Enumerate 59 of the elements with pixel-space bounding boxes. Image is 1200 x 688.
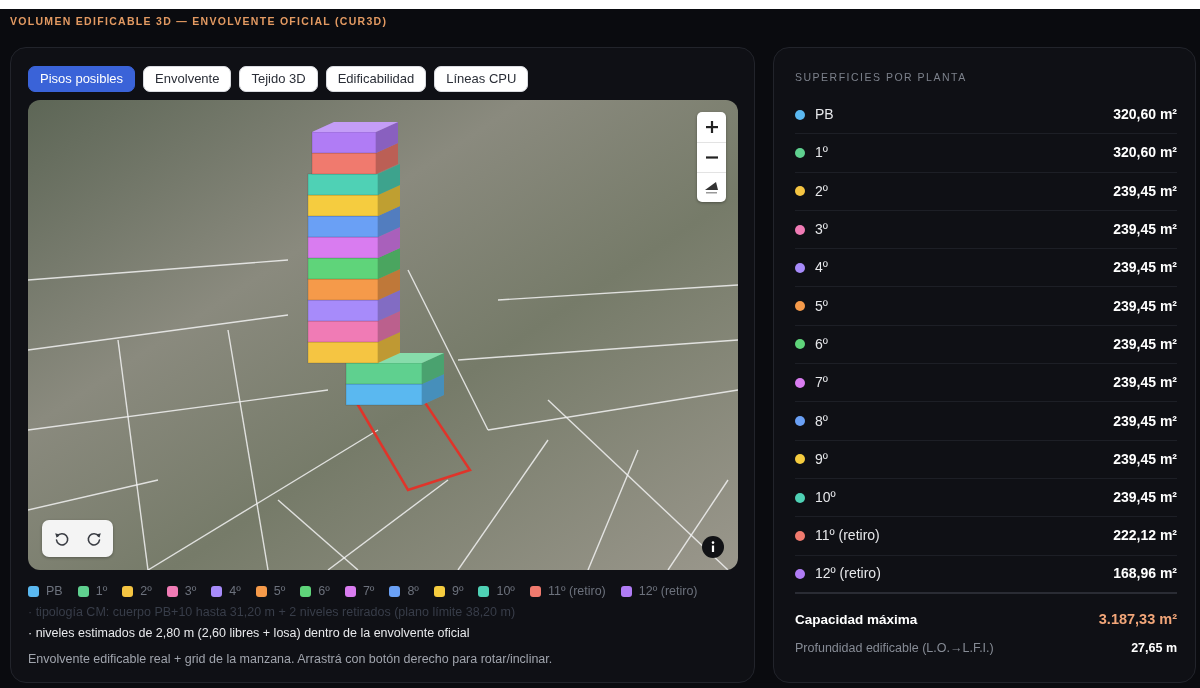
floor-area-value: 239,45 m² bbox=[1113, 449, 1177, 469]
floor-label: 11º (retiro) bbox=[815, 526, 880, 546]
floor-label: 3º bbox=[815, 220, 828, 240]
legend-label: 4º bbox=[229, 584, 241, 598]
info-icon bbox=[702, 536, 724, 558]
legend-label: 3º bbox=[184, 584, 197, 598]
depth-label: Profundidad edificable (L.O.→L.F.I.) bbox=[795, 640, 994, 658]
compass-icon bbox=[705, 181, 718, 194]
view-tab[interactable]: Pisos posibles bbox=[28, 66, 136, 92]
floor-label: 10º bbox=[815, 488, 836, 508]
legend-label: 9º bbox=[451, 584, 464, 598]
legend-label: 5º bbox=[273, 584, 286, 598]
legend-label: 1º bbox=[95, 584, 108, 598]
floor-area-value: 239,45 m² bbox=[1113, 373, 1177, 393]
view-tab[interactable]: Edificabilidad bbox=[325, 66, 427, 92]
legend-label: 6º bbox=[318, 584, 330, 598]
floor-area-value: 239,45 m² bbox=[1113, 296, 1177, 316]
legend-label: 7º bbox=[362, 584, 375, 598]
floor-label: 4º bbox=[815, 258, 828, 278]
total-value: 3.187,33 m² bbox=[1098, 610, 1177, 629]
legend-label: 12º (retiro) bbox=[638, 584, 698, 598]
floor-area-value: 239,45 m² bbox=[1113, 181, 1177, 201]
floor-area-value: 239,45 m² bbox=[1113, 220, 1177, 240]
floor-area-value: 239,45 m² bbox=[1113, 258, 1177, 278]
floor-area-value: 239,45 m² bbox=[1113, 411, 1177, 431]
depth-value: 27,65 m bbox=[1131, 640, 1177, 658]
info-button[interactable] bbox=[702, 536, 724, 558]
legend-label: PB bbox=[46, 584, 63, 598]
note-text: · niveles estimados de 2,80 m (2,60 libres + losa) dentro de la envolvente oficial bbox=[28, 625, 471, 642]
floor-label: 2º bbox=[815, 181, 828, 201]
floor-label: 9º bbox=[815, 449, 828, 469]
rotate-right-icon bbox=[85, 530, 102, 547]
view-tab[interactable]: Envolvente bbox=[143, 66, 232, 92]
floor-area-value: 320,60 m² bbox=[1113, 143, 1177, 163]
legend-label: 2º bbox=[140, 584, 152, 598]
legend-label: 8º bbox=[407, 584, 419, 598]
floor-label: 7º bbox=[815, 373, 828, 393]
rotate-left-icon bbox=[53, 530, 70, 547]
floor-label: PB bbox=[815, 105, 834, 125]
floor-label: 6º bbox=[815, 334, 828, 354]
legend-label: 10º bbox=[496, 584, 515, 598]
floor-area-value: 239,45 m² bbox=[1113, 488, 1177, 508]
floor-area-value: 320,60 m² bbox=[1113, 105, 1177, 125]
plus-icon bbox=[705, 121, 718, 133]
panel-heading: SUPERFICIES POR PLANTA bbox=[795, 70, 968, 84]
section-title: VOLUMEN EDIFICABLE 3D — ENVOLVENTE OFICIAL (CUR3D) bbox=[9, 14, 389, 29]
floor-label: 12º (retiro) bbox=[815, 564, 881, 584]
floor-area-value: 168,96 m² bbox=[1113, 564, 1177, 584]
hint-text: Envolvente edificable real + grid de la manzana. Arrastrá con botón derecho para rotar/inclinar. bbox=[28, 651, 554, 668]
legend-label: 11º (retiro) bbox=[547, 584, 606, 598]
view-tab[interactable]: Tejido 3D bbox=[239, 66, 318, 92]
floor-area-value: 239,45 m² bbox=[1113, 334, 1177, 354]
floor-label: 5º bbox=[815, 296, 828, 316]
total-label: Capacidad máxima bbox=[795, 610, 918, 629]
view-tab[interactable]: Líneas CPU bbox=[434, 66, 529, 92]
floor-label: 1º bbox=[815, 143, 828, 163]
floor-label: 8º bbox=[815, 411, 828, 431]
floor-area-value: 222,12 m² bbox=[1113, 526, 1177, 546]
minus-icon bbox=[705, 156, 718, 159]
